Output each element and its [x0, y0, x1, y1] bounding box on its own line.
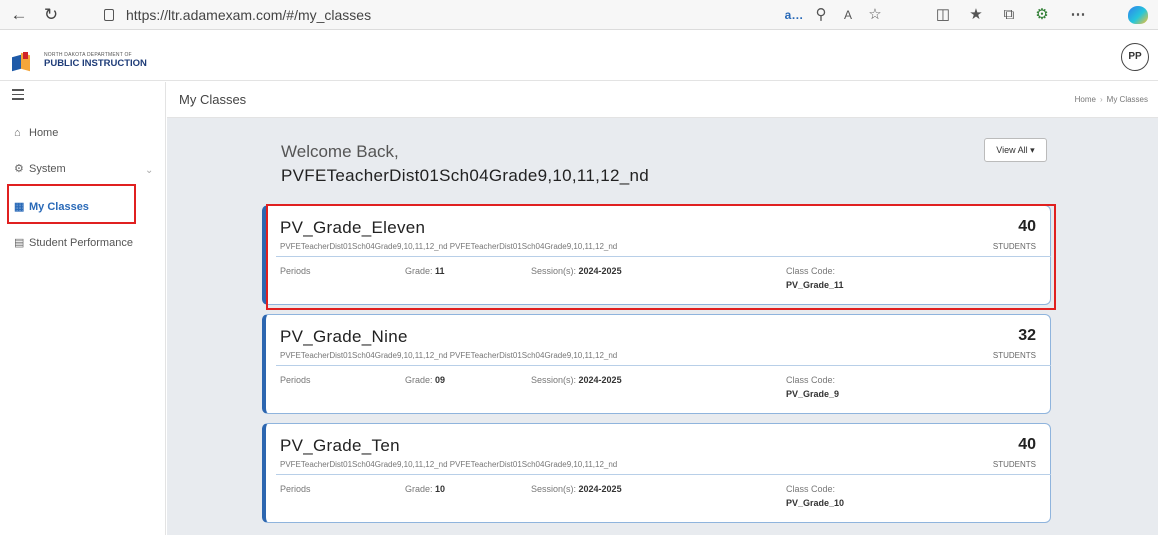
sidebar-item-label: Student Performance — [29, 237, 133, 249]
grade-field: Grade: 10 — [405, 484, 445, 494]
app-header: NORTH DAKOTA DEPARTMENT OF PUBLIC INSTRU… — [0, 31, 1158, 81]
grade-value: 10 — [435, 484, 446, 494]
class-code-label: Class Code: — [786, 484, 836, 494]
annotation-highlight-sidebar — [7, 184, 136, 224]
grade-label: Grade: — [405, 375, 433, 385]
class-code-value: PV_Grade_10 — [786, 498, 845, 508]
copilot-icon[interactable] — [1128, 6, 1148, 24]
class-teachers: PVFETeacherDist01Sch04Grade9,10,11,12_nd… — [280, 460, 618, 469]
session-field: Session(s): 2024-2025 — [531, 375, 622, 385]
page-title: My Classes — [179, 92, 247, 107]
session-field: Session(s): 2024-2025 — [531, 484, 622, 494]
browser-toolbar: ← ↻ https://ltr.adamexam.com/#/my_classe… — [0, 0, 1158, 30]
view-all-dropdown[interactable]: View All ▾ — [984, 138, 1047, 162]
split-screen-icon[interactable]: ◫ — [932, 4, 954, 26]
title-bar: My Classes Home › My Classes — [167, 82, 1158, 118]
session-label: Session(s): — [531, 484, 577, 494]
url-text: https://ltr.adamexam.com/#/my_classes — [126, 7, 372, 23]
avatar[interactable]: PP — [1121, 43, 1149, 71]
lock-icon — [104, 9, 114, 21]
class-name[interactable]: PV_Grade_Nine — [280, 327, 408, 347]
view-all-label: View All — [996, 145, 1028, 155]
breadcrumb-current: My Classes — [1106, 95, 1148, 104]
hamburger-menu-icon[interactable] — [12, 89, 24, 103]
class-code-value: PV_Grade_9 — [786, 389, 840, 399]
students-label: STUDENTS — [992, 351, 1036, 360]
class-card[interactable]: PV_Grade_Ten PVFETeacherDist01Sch04Grade… — [262, 423, 1051, 523]
read-aloud-icon[interactable]: a… — [783, 4, 805, 26]
favorites-icon[interactable]: ★ — [965, 4, 987, 26]
class-teachers: PVFETeacherDist01Sch04Grade9,10,11,12_nd… — [280, 351, 618, 360]
back-arrow-icon[interactable]: ← — [8, 4, 30, 26]
address-bar[interactable]: https://ltr.adamexam.com/#/my_classes — [104, 4, 371, 26]
logo-title: PUBLIC INSTRUCTION — [44, 58, 147, 69]
gear-icon: ⚙ — [14, 163, 24, 175]
class-name[interactable]: PV_Grade_Ten — [280, 436, 400, 456]
grade-label: Grade: — [405, 484, 433, 494]
periods-label: Periods — [280, 484, 311, 494]
welcome-text: Welcome Back, — [281, 142, 399, 161]
text-size-icon[interactable]: A — [837, 4, 859, 26]
periods-label: Periods — [280, 375, 311, 385]
grade-field: Grade: 09 — [405, 375, 445, 385]
student-count: 40 — [1018, 436, 1036, 453]
session-value: 2024-2025 — [578, 375, 622, 385]
students-label: STUDENTS — [992, 460, 1036, 469]
sidebar-item-home[interactable]: ⌂ Home — [14, 127, 58, 139]
session-value: 2024-2025 — [578, 484, 622, 494]
session-label: Session(s): — [531, 375, 577, 385]
home-icon: ⌂ — [14, 127, 21, 139]
chevron-down-icon[interactable]: ⌄ — [145, 165, 153, 176]
favorite-star-icon[interactable]: ☆ — [864, 4, 886, 26]
student-count: 32 — [1018, 327, 1036, 344]
divider — [276, 474, 1051, 475]
teacher-name: PVFETeacherDist01Sch04Grade9,10,11,12_nd — [281, 166, 649, 185]
more-icon[interactable]: ⋯ — [1067, 4, 1089, 26]
class-code-label: Class Code: — [786, 375, 836, 385]
sidebar: ⌂ Home ⚙ System ⌄ ▦ My Classes ▤ Student Per… — [0, 82, 166, 535]
breadcrumb-home[interactable]: Home — [1075, 95, 1096, 104]
sidebar-item-label: Home — [29, 127, 59, 139]
sidebar-item-label: System — [29, 163, 66, 175]
class-card[interactable]: PV_Grade_Nine PVFETeacherDist01Sch04Grad… — [262, 314, 1051, 414]
chevron-right-icon: › — [1099, 95, 1103, 104]
breadcrumb: Home › My Classes — [1075, 95, 1148, 104]
collections-icon[interactable]: ⧉ — [998, 4, 1020, 26]
extensions-icon[interactable]: ⚙ — [1031, 4, 1053, 26]
sidebar-item-student-performance[interactable]: ▤ Student Performance — [14, 236, 133, 249]
chart-icon: ▤ — [14, 237, 25, 249]
dpi-logo-icon — [12, 52, 36, 72]
caret-down-icon: ▾ — [1030, 145, 1035, 155]
zoom-out-icon[interactable]: ⚲ — [810, 4, 832, 26]
divider — [276, 365, 1051, 366]
refresh-icon[interactable]: ↻ — [40, 4, 62, 26]
grade-value: 09 — [435, 375, 446, 385]
annotation-highlight-card — [266, 204, 1056, 310]
sidebar-item-system[interactable]: ⚙ System — [14, 162, 66, 175]
